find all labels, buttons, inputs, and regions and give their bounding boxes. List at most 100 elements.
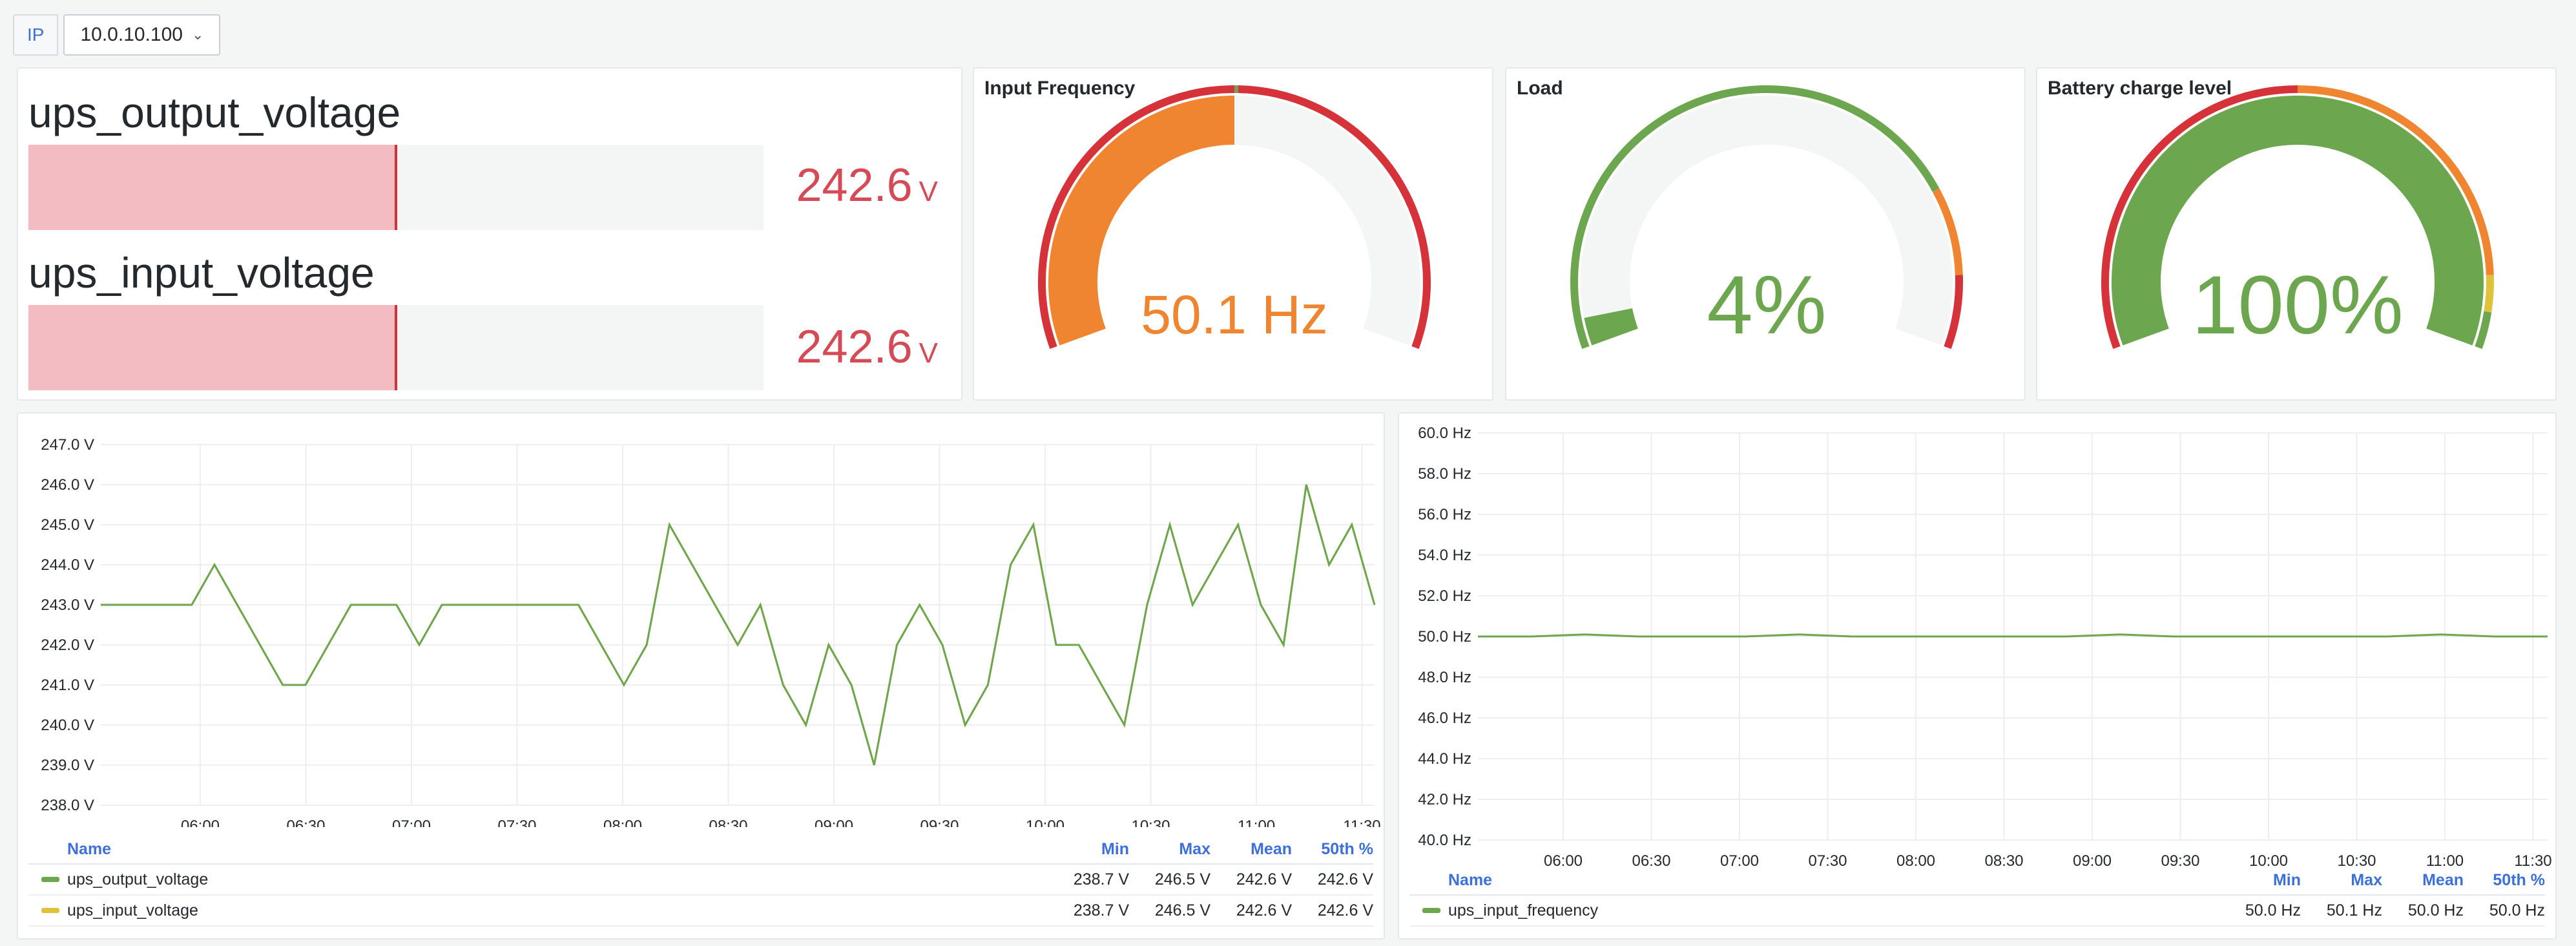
- x-tick-label: 06:30: [286, 817, 325, 827]
- y-tick-label: 246.0 V: [41, 476, 94, 494]
- y-tick-label: 46.0 Hz: [1418, 710, 1471, 727]
- legend-p50: 242.6 V: [1317, 901, 1373, 920]
- y-tick-label: 60.0 Hz: [1418, 425, 1471, 442]
- legend-header: Name Min Max Mean 50th %: [28, 835, 1373, 865]
- ip-variable-value: 10.0.10.100: [80, 24, 183, 45]
- legend-header-mean[interactable]: Mean: [2382, 871, 2464, 890]
- y-tick-label: 245.0 V: [41, 516, 94, 534]
- series-line: [101, 484, 1376, 766]
- bar-gauge-unit: V: [919, 337, 938, 369]
- voltage-legend: Name Min Max Mean 50th % ups_output_volt…: [28, 835, 1373, 927]
- legend-series-name: ups_input_voltage: [67, 901, 198, 920]
- voltage-bar-gauge-panel: ups_output_voltage 242.6 V ups_input_volt…: [17, 67, 962, 401]
- legend-header-name[interactable]: Name: [1409, 871, 2219, 890]
- bar-gauge-number: 242.6: [796, 160, 913, 211]
- legend-min: 50.0 Hz: [2245, 901, 2301, 920]
- legend-header-p50[interactable]: 50th %: [2464, 871, 2545, 890]
- gauge-svg: 100%: [2101, 85, 2494, 352]
- gauge-svg: 4%: [1570, 85, 1963, 352]
- legend-mean: 242.6 V: [1236, 901, 1292, 920]
- variable-bar: IP 10.0.10.100 ⌄: [13, 14, 221, 56]
- bar-gauge-threshold-marker: [395, 305, 397, 390]
- load-gauge-panel: Load 4%: [1505, 67, 2026, 401]
- x-tick-label: 06:00: [181, 817, 220, 827]
- x-tick-label: 07:00: [392, 817, 431, 827]
- x-tick-label: 11:00: [2426, 852, 2464, 866]
- bar-gauge-name: ups_output_voltage: [28, 89, 401, 136]
- legend-header-max[interactable]: Max: [2301, 871, 2382, 890]
- legend-p50: 50.0 Hz: [2489, 901, 2545, 920]
- legend-series-name: ups_output_voltage: [67, 870, 209, 888]
- legend-header-p50[interactable]: 50th %: [1292, 840, 1373, 859]
- x-tick-label: 07:30: [1808, 852, 1847, 866]
- bar-gauge-unit: V: [919, 176, 938, 207]
- y-tick-label: 244.0 V: [41, 556, 94, 574]
- x-tick-label: 09:30: [2161, 852, 2199, 866]
- y-tick-label: 239.0 V: [41, 757, 94, 774]
- legend-header-min[interactable]: Min: [2219, 871, 2301, 890]
- y-tick-label: 56.0 Hz: [1418, 506, 1471, 523]
- legend-series-name: ups_input_frequency: [1448, 901, 1599, 920]
- x-tick-label: 08:30: [1984, 852, 2023, 866]
- legend-header-name[interactable]: Name: [28, 840, 1048, 859]
- bar-gauge-threshold-marker: [395, 145, 397, 230]
- gauge-svg: 50.1 Hz: [1038, 85, 1431, 349]
- bar-gauge-value: 242.6 V: [796, 321, 938, 373]
- y-tick-label: 40.0 Hz: [1418, 832, 1471, 849]
- x-tick-label: 09:30: [920, 817, 959, 827]
- x-tick-label: 09:00: [2073, 852, 2112, 866]
- legend-mean: 242.6 V: [1236, 870, 1292, 888]
- legend-header-max[interactable]: Max: [1129, 840, 1210, 859]
- y-tick-label: 58.0 Hz: [1418, 465, 1471, 483]
- series-color-swatch: [1422, 908, 1440, 913]
- y-tick-label: 50.0 Hz: [1418, 628, 1471, 646]
- gauge-value: 4%: [1707, 259, 1827, 352]
- series-color-swatch: [41, 908, 59, 913]
- x-tick-label: 06:30: [1632, 852, 1670, 866]
- x-tick-label: 10:30: [1131, 817, 1170, 827]
- bar-gauge-fill: [28, 305, 396, 390]
- legend-row[interactable]: ups_output_voltage 238.7 V 246.5 V 242.6…: [28, 865, 1373, 896]
- legend-row[interactable]: ups_input_frequency 50.0 Hz 50.1 Hz 50.0…: [1409, 896, 2545, 927]
- gauge-value-arc: [1584, 308, 1639, 346]
- input-frequency-gauge-panel: Input Frequency 50.1 Hz: [973, 67, 1493, 401]
- x-tick-label: 09:00: [815, 817, 853, 827]
- y-tick-label: 52.0 Hz: [1418, 587, 1471, 605]
- y-tick-label: 54.0 Hz: [1418, 547, 1471, 564]
- bar-gauge-name: ups_input_voltage: [28, 249, 375, 297]
- y-tick-label: 242.0 V: [41, 636, 94, 654]
- x-tick-label: 11:30: [2514, 852, 2551, 866]
- legend-header-mean[interactable]: Mean: [1210, 840, 1292, 859]
- frequency-timeseries-panel: Name Min Max Mean 50th % ups_input_frequ…: [1398, 412, 2557, 940]
- x-tick-label: 06:00: [1544, 852, 1583, 866]
- x-tick-label: 07:00: [1720, 852, 1759, 866]
- variable-label: IP: [13, 14, 59, 56]
- bar-gauge-track: [28, 305, 763, 390]
- legend-row[interactable]: ups_input_voltage 238.7 V 246.5 V 242.6 …: [28, 896, 1373, 927]
- legend-header-min[interactable]: Min: [1048, 840, 1129, 859]
- y-tick-label: 42.0 Hz: [1418, 791, 1471, 808]
- series-line: [101, 484, 1376, 766]
- legend-max: 50.1 Hz: [2326, 901, 2382, 920]
- y-tick-label: 48.0 Hz: [1418, 669, 1471, 686]
- bar-gauge-value: 242.6 V: [796, 159, 938, 212]
- timeseries-svg: 60.0 Hz 58.0 Hz 56.0 Hz 54.0 Hz 52.0 Hz 50.0 …: [1418, 425, 2551, 866]
- legend-min: 238.7 V: [1073, 901, 1129, 920]
- timeseries-svg: 247.0 V 246.0 V 245.0 V 244.0 V 243.0 V 242.0…: [41, 436, 1380, 827]
- gauge-value: 100%: [2192, 259, 2403, 352]
- x-tick-label: 11:00: [1238, 817, 1275, 827]
- y-tick-label: 241.0 V: [41, 677, 94, 694]
- x-tick-label: 10:00: [2249, 852, 2288, 866]
- voltage-timeseries-panel: Name Min Max Mean 50th % ups_output_volt…: [17, 412, 1385, 940]
- legend-max: 246.5 V: [1154, 870, 1210, 888]
- ip-variable-select[interactable]: 10.0.10.100 ⌄: [63, 14, 221, 56]
- battery-charge-gauge-panel: Battery charge level 100%: [2036, 67, 2557, 401]
- series-color-swatch: [41, 877, 59, 882]
- x-tick-label: 08:30: [709, 817, 747, 827]
- frequency-legend: Name Min Max Mean 50th % ups_input_frequ…: [1409, 866, 2545, 927]
- series-line: [1478, 633, 2548, 638]
- chevron-down-icon: ⌄: [191, 26, 204, 43]
- bar-gauge-fill: [28, 145, 396, 230]
- x-tick-label: 11:30: [1343, 817, 1380, 827]
- legend-max: 246.5 V: [1154, 901, 1210, 920]
